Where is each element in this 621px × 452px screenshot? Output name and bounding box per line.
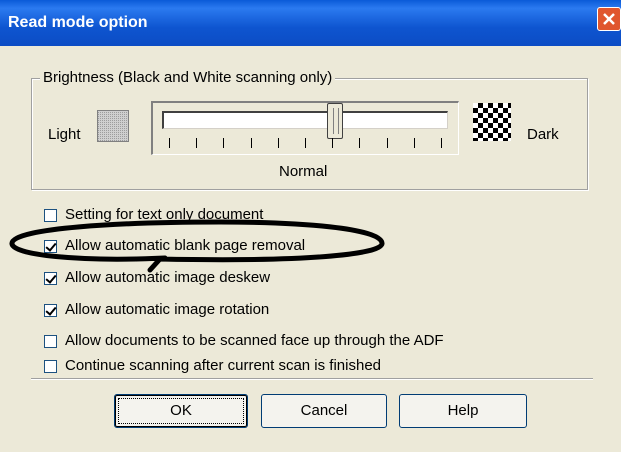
slider-tick: [196, 138, 197, 148]
cancel-label: Cancel: [300, 402, 348, 419]
light-pattern-icon: [97, 110, 129, 142]
continue-scanning-label[interactable]: Continue scanning after current scan is …: [65, 357, 381, 374]
light-label: Light: [48, 126, 81, 143]
continue-scanning-checkbox[interactable]: [44, 360, 57, 373]
brightness-slider-track[interactable]: [162, 111, 448, 129]
slider-tick: [414, 138, 415, 148]
slider-tick: [278, 138, 279, 148]
dark-label: Dark: [527, 126, 559, 143]
image-rotation-label[interactable]: Allow automatic image rotation: [65, 301, 269, 318]
text-only-checkbox[interactable]: [44, 209, 57, 222]
face-up-adf-checkbox[interactable]: [44, 335, 57, 348]
slider-tick: [332, 138, 333, 148]
blank-page-removal-label[interactable]: Allow automatic blank page removal: [65, 237, 305, 254]
text-only-label[interactable]: Setting for text only document: [65, 206, 263, 223]
slider-tick: [305, 138, 306, 148]
slider-tick: [441, 138, 442, 148]
dark-pattern-icon: [473, 103, 511, 141]
title-bar: Read mode option: [0, 0, 621, 46]
brightness-group-title: Brightness (Black and White scanning onl…: [40, 69, 336, 86]
cancel-button[interactable]: Cancel: [261, 394, 387, 428]
image-deskew-label[interactable]: Allow automatic image deskew: [65, 269, 270, 286]
ok-button[interactable]: OK: [114, 394, 248, 428]
blank-page-removal-checkbox[interactable]: [44, 240, 57, 253]
image-rotation-checkbox[interactable]: [44, 304, 57, 317]
focus-rect: [118, 398, 244, 424]
slider-tick: [169, 138, 170, 148]
slider-tick: [251, 138, 252, 148]
help-button[interactable]: Help: [399, 394, 527, 428]
close-icon: [603, 13, 615, 25]
separator: [31, 378, 593, 380]
image-deskew-checkbox[interactable]: [44, 272, 57, 285]
slider-tick: [387, 138, 388, 148]
slider-tick: [359, 138, 360, 148]
help-label: Help: [447, 402, 479, 419]
brightness-slider-thumb[interactable]: [327, 103, 343, 139]
window-title: Read mode option: [8, 14, 148, 31]
slider-tick: [223, 138, 224, 148]
close-button[interactable]: [597, 7, 621, 31]
normal-label: Normal: [279, 163, 328, 180]
face-up-adf-label[interactable]: Allow documents to be scanned face up th…: [65, 332, 444, 349]
